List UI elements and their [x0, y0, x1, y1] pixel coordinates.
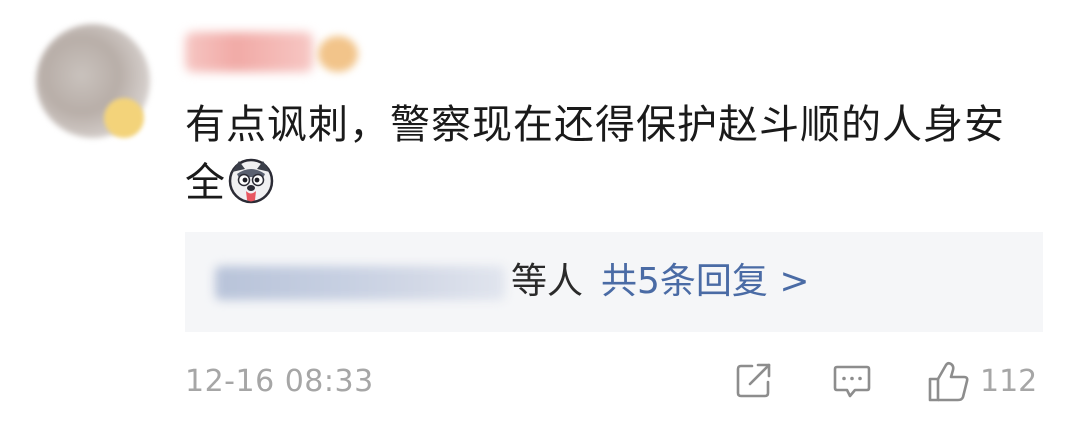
username[interactable]	[185, 32, 313, 72]
share-button[interactable]	[734, 360, 774, 404]
like-button[interactable]: 112	[926, 360, 1037, 404]
verified-badge-icon	[104, 98, 144, 138]
like-count: 112	[980, 364, 1038, 399]
comment-timestamp: 12-16 08:33	[185, 364, 374, 399]
view-replies-link[interactable]: 共5条回复 >	[601, 261, 810, 302]
husky-face-emoji-icon	[228, 158, 274, 204]
reply-user-names	[215, 266, 505, 300]
comment-icon	[831, 360, 873, 402]
comment-card: 有点讽刺，警察现在还得保护赵斗顺的人身安全 等人 共5条回复 > 12-16 08…	[0, 0, 1080, 427]
reply-button[interactable]	[831, 360, 873, 404]
comment-text: 有点讽刺，警察现在还得保护赵斗顺的人身安全	[185, 96, 1045, 212]
reply-others-label: 等人	[511, 261, 584, 302]
thumbs-up-icon	[926, 360, 972, 404]
comment-body: 有点讽刺，警察现在还得保护赵斗顺的人身安全	[185, 102, 1005, 206]
reply-preview-box[interactable]: 等人 共5条回复 >	[185, 232, 1043, 332]
user-level-badge-icon	[318, 36, 358, 72]
reply-summary: 等人 共5条回复 >	[511, 258, 810, 306]
share-icon	[734, 360, 774, 400]
